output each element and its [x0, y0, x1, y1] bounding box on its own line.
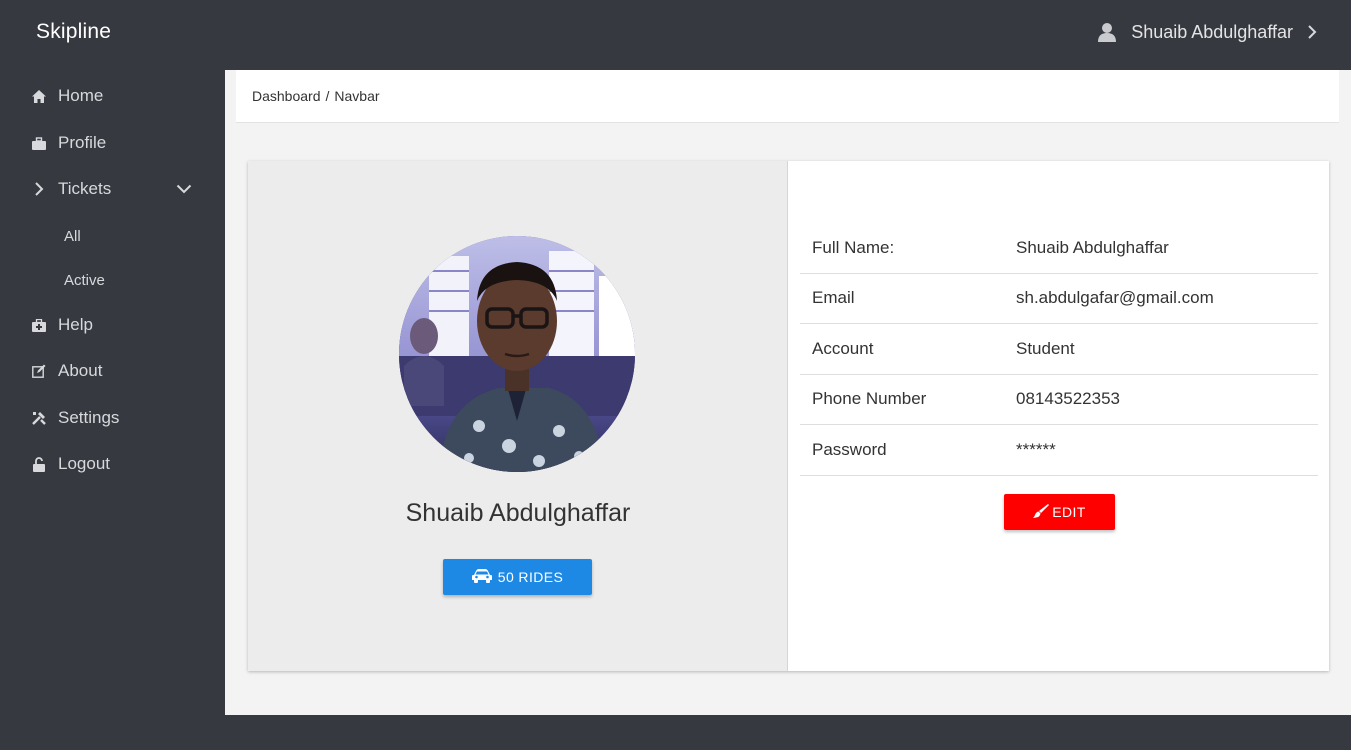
content-edge	[1339, 70, 1351, 715]
main-content: Dashboard / Navbar Shuaib Abdulghaffar 5…	[225, 70, 1351, 715]
breadcrumb-separator: /	[325, 88, 330, 104]
field-value: Student	[1016, 338, 1075, 358]
sidebar-item-logout[interactable]: Logout	[32, 450, 110, 478]
paintbrush-icon	[1033, 503, 1050, 522]
profile-details-panel: Full Name: Shuaib Abdulghaffar Email sh.…	[789, 161, 1329, 671]
field-value: ******	[1016, 439, 1056, 459]
sidebar-item-settings[interactable]: Settings	[32, 404, 119, 432]
home-icon	[32, 89, 46, 103]
field-label: Email	[812, 288, 855, 308]
field-value: sh.abdulgafar@gmail.com	[1016, 288, 1214, 308]
table-row: Email sh.abdulgafar@gmail.com	[800, 274, 1318, 324]
sidebar-item-about[interactable]: About	[32, 357, 102, 385]
sidebar-item-label: Settings	[58, 408, 120, 427]
sidebar-item-label: Profile	[58, 133, 107, 152]
profile-name: Shuaib Abdulghaffar	[405, 499, 631, 527]
profile-details-table: Full Name: Shuaib Abdulghaffar Email sh.…	[800, 223, 1318, 476]
field-label: Account	[812, 338, 874, 358]
edit-icon	[32, 364, 46, 378]
brand-logo[interactable]: Skipline	[36, 20, 111, 44]
edit-button-label: EDIT	[1052, 504, 1086, 520]
sidebar-item-label: Help	[58, 315, 93, 334]
avatar	[399, 236, 635, 472]
sidebar-item-help[interactable]: Help	[32, 311, 93, 339]
field-label: Phone Number	[812, 389, 927, 409]
user-menu[interactable]: Shuaib Abdulghaffar	[1097, 20, 1317, 44]
tools-icon	[32, 411, 46, 425]
table-row: Phone Number 08143522353	[800, 375, 1318, 425]
chevron-down-icon[interactable]	[176, 181, 192, 199]
breadcrumb-dashboard[interactable]: Dashboard	[252, 88, 321, 104]
sidebar-item-tickets[interactable]: Tickets	[32, 175, 111, 203]
field-value: Shuaib Abdulghaffar	[1016, 237, 1169, 257]
unlock-icon	[32, 456, 46, 472]
sidebar-subitem-all[interactable]: All	[64, 224, 81, 248]
medkit-icon	[32, 318, 46, 332]
table-row: Account Student	[800, 324, 1318, 375]
chevron-right-icon	[1307, 24, 1317, 40]
car-icon	[471, 568, 492, 586]
field-label: Full Name:	[812, 237, 895, 257]
profile-summary-panel: Shuaib Abdulghaffar 50 RIDES	[248, 161, 788, 671]
profile-card: Shuaib Abdulghaffar 50 RIDES Full Name: …	[248, 161, 1329, 671]
sidebar-item-label: Logout	[58, 454, 110, 473]
rides-button[interactable]: 50 RIDES	[443, 559, 592, 595]
sidebar-item-label: Tickets	[58, 179, 112, 198]
table-row: Full Name: Shuaib Abdulghaffar	[800, 223, 1318, 274]
sidebar-subitem-active[interactable]: Active	[64, 268, 105, 292]
sidebar-item-label: Home	[58, 86, 104, 105]
user-icon	[1097, 22, 1117, 42]
field-value: 08143522353	[1016, 389, 1121, 409]
edit-button[interactable]: EDIT	[1004, 494, 1115, 530]
briefcase-icon	[32, 136, 46, 150]
breadcrumb-current: Navbar	[334, 88, 380, 104]
rides-button-label: 50 RIDES	[497, 569, 564, 585]
chevron-right-icon	[32, 182, 46, 196]
sidebar-item-label: About	[58, 361, 103, 380]
sidebar-item-home[interactable]: Home	[32, 82, 103, 110]
breadcrumb: Dashboard / Navbar	[236, 70, 1340, 123]
top-navbar: Skipline Shuaib Abdulghaffar	[0, 0, 1351, 64]
sidebar-item-profile[interactable]: Profile	[32, 129, 106, 157]
user-name: Shuaib Abdulghaffar	[1131, 21, 1293, 42]
field-label: Password	[812, 439, 887, 459]
table-row: Password ******	[800, 425, 1318, 476]
sidebar: Home Profile Tickets All Active Help Abo…	[0, 64, 225, 750]
